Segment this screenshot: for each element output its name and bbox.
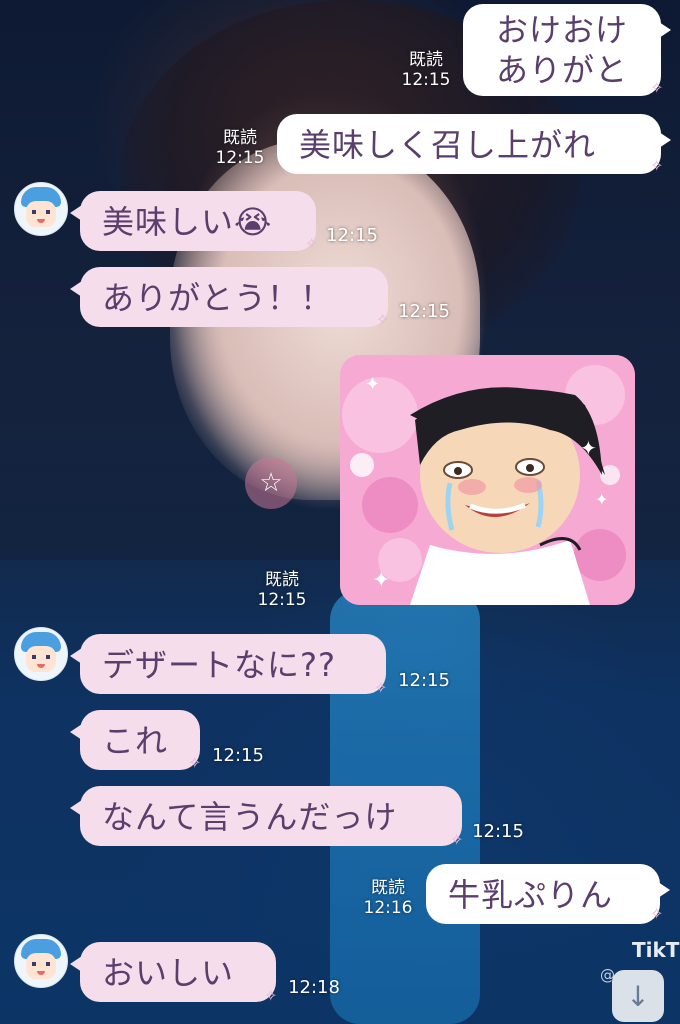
sparkle-icon: ✧ [376, 310, 390, 329]
message-bubble[interactable]: 美味しい😭 [70, 191, 316, 251]
read-receipt: 既読 12:15 [257, 570, 307, 610]
message-bubble[interactable]: 美味しく召し上がれ [277, 114, 671, 174]
sparkle-icon: ✧ [374, 678, 388, 697]
message-bubble[interactable]: 牛乳ぷりん [426, 864, 670, 924]
timestamp: 12:15 [472, 821, 524, 842]
sparkle-icon: ✧ [305, 234, 319, 253]
timestamp: 12:15 [398, 670, 450, 691]
message-bubble[interactable]: これ [70, 710, 200, 770]
sparkle-icon: ✧ [450, 830, 464, 849]
read-receipt: 既読 12:15 [401, 50, 451, 90]
svg-text:✦: ✦ [595, 490, 608, 509]
message-bubble[interactable]: おいしい [70, 942, 276, 1002]
sparkle-icon: ✧ [264, 986, 278, 1005]
timestamp: 12:15 [398, 301, 450, 322]
sparkle-icon: ✧ [188, 753, 202, 772]
avatar[interactable] [14, 182, 68, 236]
svg-text:✦: ✦ [372, 568, 390, 593]
sparkle-icon: ✧ [650, 904, 664, 923]
timestamp: 12:15 [326, 225, 378, 246]
avatar[interactable] [14, 934, 68, 988]
message-bubble[interactable]: ありがとう！！ [70, 267, 388, 327]
timestamp: 12:15 [212, 745, 264, 766]
message-bubble[interactable]: なんて言うんだっけ [70, 786, 462, 846]
sparkle-icon: ✧ [650, 156, 664, 175]
tiktok-watermark: TikT [632, 938, 680, 962]
crying-face-sticker: ✦ ✦ ✦ ✦ [340, 355, 635, 605]
svg-text:✦: ✦ [580, 436, 597, 460]
avatar[interactable] [14, 627, 68, 681]
read-receipt: 既読 12:16 [363, 878, 413, 918]
svg-text:✦: ✦ [365, 374, 380, 395]
timestamp: 12:18 [288, 977, 340, 998]
sparkle-icon: ✧ [650, 78, 664, 97]
message-bubble[interactable]: おけおけ ありがと [463, 4, 671, 96]
scroll-down-icon[interactable]: ↓ [612, 970, 664, 1022]
message-bubble[interactable]: デザートなに?? [70, 634, 386, 694]
star-icon[interactable]: ☆ [245, 457, 297, 509]
read-receipt: 既読 12:15 [215, 128, 265, 168]
sticker-image[interactable]: ✦ ✦ ✦ ✦ [340, 355, 635, 605]
